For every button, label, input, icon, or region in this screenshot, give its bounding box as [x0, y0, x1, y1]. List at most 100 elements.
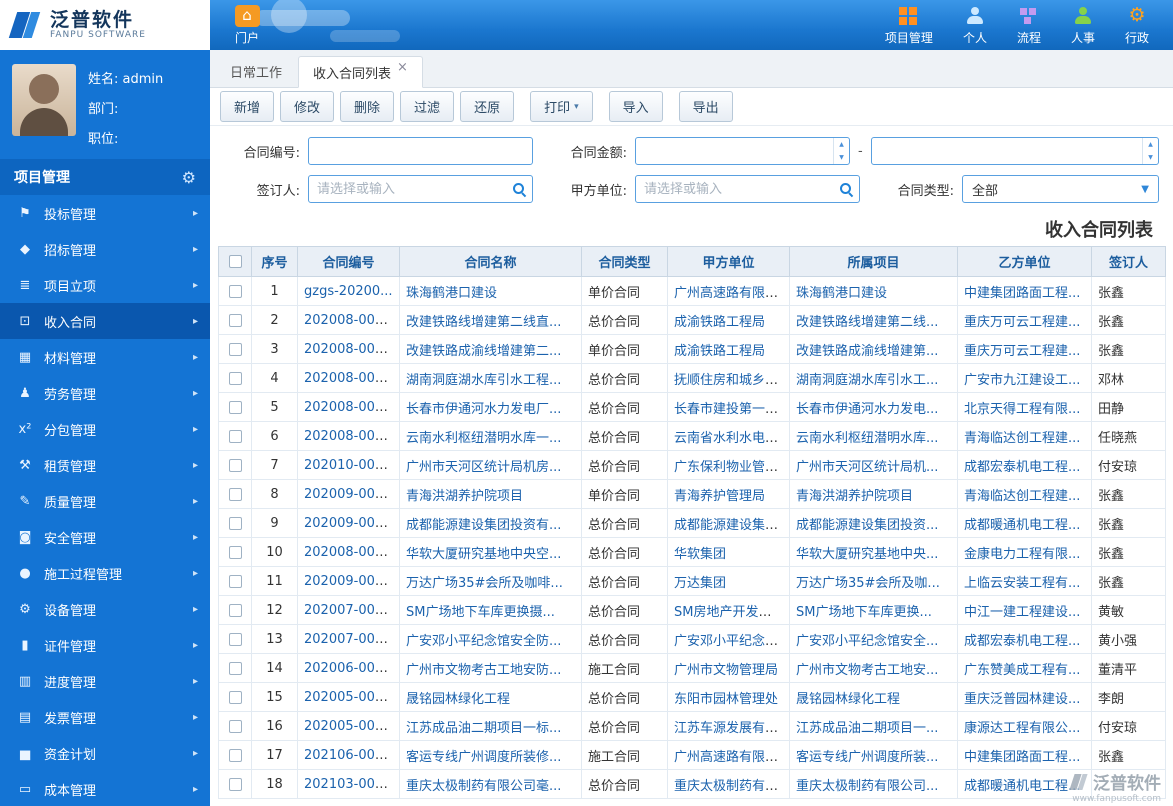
- cell-project-link[interactable]: 长春市伊通河水力发电...: [796, 402, 938, 417]
- cell-contract-name-link[interactable]: 华软大厦研究基地中央空...: [406, 547, 561, 562]
- party-a-input[interactable]: [635, 175, 860, 203]
- cell-party-a-link[interactable]: 江苏车源发展有限...: [674, 721, 789, 736]
- row-checkbox[interactable]: [228, 545, 242, 559]
- restore-button[interactable]: 还原: [460, 91, 515, 122]
- amount-min-stepper[interactable]: ▲ ▼: [833, 138, 849, 164]
- cell-party-b-link[interactable]: 北京天得工程有限...: [964, 402, 1080, 417]
- row-checkbox[interactable]: [228, 777, 242, 791]
- cell-project-link[interactable]: 改建铁路线增建第二线...: [796, 315, 938, 330]
- row-checkbox[interactable]: [228, 284, 242, 298]
- amount-max-input[interactable]: [870, 137, 1159, 165]
- cell-party-b-link[interactable]: 金康电力工程有限...: [964, 547, 1080, 562]
- cell-party-b-link[interactable]: 广安市九江建设工...: [964, 373, 1080, 388]
- cell-party-b-link[interactable]: 成都暖通机电工程...: [964, 779, 1080, 794]
- cell-party-a-link[interactable]: 长春市建投第一水...: [674, 402, 789, 417]
- contract-type-select[interactable]: 全部 ▼: [962, 175, 1159, 203]
- cell-party-a-link[interactable]: 广州市文物管理局: [674, 663, 778, 678]
- sidebar-item-labor[interactable]: ♟ 劳务管理 ▸: [0, 375, 210, 411]
- cell-party-b-link[interactable]: 成都暖通机电工程...: [964, 518, 1080, 533]
- cell-party-a-link[interactable]: 广东保利物业管理...: [674, 460, 789, 475]
- cell-project-link[interactable]: 华软大厦研究基地中央...: [796, 547, 938, 562]
- cell-project-link[interactable]: 重庆太极制药有限公司...: [796, 779, 938, 794]
- row-checkbox[interactable]: [228, 400, 242, 414]
- delete-button[interactable]: 删除: [340, 91, 395, 122]
- cell-party-a-link[interactable]: 广安邓小平纪念文...: [674, 634, 789, 649]
- add-button[interactable]: 新增: [220, 91, 275, 122]
- cell-project-link[interactable]: 湖南洞庭湖水库引水工...: [796, 373, 938, 388]
- sidebar-item-initiation[interactable]: ≣ 项目立项 ▸: [0, 267, 210, 303]
- stepper-down-icon[interactable]: ▼: [1143, 151, 1158, 164]
- top-nav-project[interactable]: 项目管理: [885, 5, 933, 46]
- cell-contract-code-link[interactable]: 202009-00004: [304, 574, 399, 589]
- row-checkbox[interactable]: [228, 313, 242, 327]
- cell-party-a-link[interactable]: 广州高速路有限公司: [674, 286, 789, 301]
- cell-contract-name-link[interactable]: 江苏成品油二期项目一标...: [406, 721, 561, 736]
- row-checkbox[interactable]: [228, 516, 242, 530]
- cell-contract-code-link[interactable]: 202103-00002: [304, 777, 399, 792]
- close-icon[interactable]: ×: [397, 60, 408, 75]
- sidebar-item-fund-plan[interactable]: ▅ 资金计划 ▸: [0, 735, 210, 771]
- cell-party-b-link[interactable]: 重庆万可云工程建...: [964, 344, 1080, 359]
- cell-party-a-link[interactable]: 成都能源建设集团...: [674, 518, 789, 533]
- sidebar-item-safety[interactable]: ◙ 安全管理 ▸: [0, 519, 210, 555]
- stepper-up-icon[interactable]: ▲: [834, 138, 849, 151]
- row-checkbox[interactable]: [228, 371, 242, 385]
- cell-project-link[interactable]: SM广场地下车库更换...: [796, 605, 932, 620]
- filter-button[interactable]: 过滤: [400, 91, 455, 122]
- cell-contract-code-link[interactable]: 202005-00004: [304, 690, 399, 705]
- print-button[interactable]: 打印 ▾: [530, 91, 593, 122]
- amount-min-input[interactable]: [635, 137, 850, 165]
- cell-party-b-link[interactable]: 青海临达创工程建...: [964, 489, 1080, 504]
- cell-party-a-link[interactable]: 成渝铁路工程局: [674, 344, 765, 359]
- sidebar-item-material[interactable]: ▦ 材料管理 ▸: [0, 339, 210, 375]
- row-checkbox[interactable]: [228, 342, 242, 356]
- cell-project-link[interactable]: 成都能源建设集团投资...: [796, 518, 938, 533]
- tab-daily-work[interactable]: 日常工作: [216, 55, 296, 87]
- stepper-down-icon[interactable]: ▼: [834, 151, 849, 164]
- signer-input[interactable]: [308, 175, 533, 203]
- cell-contract-code-link[interactable]: 202009-00005: [304, 516, 399, 531]
- cell-contract-name-link[interactable]: 万达广场35#会所及咖啡...: [406, 576, 563, 591]
- stepper-up-icon[interactable]: ▲: [1143, 138, 1158, 151]
- sidebar-item-income-contract[interactable]: ⊡ 收入合同 ▸: [0, 303, 210, 339]
- cell-contract-code-link[interactable]: 202007-00003: [304, 603, 399, 618]
- sidebar-item-tender[interactable]: ◆ 招标管理 ▸: [0, 231, 210, 267]
- cell-contract-code-link[interactable]: 202007-00002: [304, 632, 399, 647]
- cell-contract-code-link[interactable]: 202008-00006: [304, 429, 399, 444]
- cell-contract-name-link[interactable]: 长春市伊通河水力发电厂...: [406, 402, 561, 417]
- row-checkbox[interactable]: [228, 603, 242, 617]
- row-checkbox[interactable]: [228, 719, 242, 733]
- cell-party-a-link[interactable]: 青海养护管理局: [674, 489, 765, 504]
- cell-project-link[interactable]: 云南水利枢纽潜明水库...: [796, 431, 938, 446]
- sidebar-item-invoice[interactable]: ▤ 发票管理 ▸: [0, 699, 210, 735]
- cell-party-a-link[interactable]: 广州高速路有限公司: [674, 750, 789, 765]
- cell-contract-name-link[interactable]: 成都能源建设集团投资有...: [406, 518, 561, 533]
- top-nav-hr[interactable]: 人事: [1071, 5, 1095, 46]
- row-checkbox[interactable]: [228, 458, 242, 472]
- cell-party-b-link[interactable]: 成都宏泰机电工程...: [964, 460, 1080, 475]
- cell-project-link[interactable]: 江苏成品油二期项目一...: [796, 721, 938, 736]
- cell-project-link[interactable]: 改建铁路成渝线增建第...: [796, 344, 938, 359]
- cell-party-b-link[interactable]: 中建集团路面工程...: [964, 750, 1080, 765]
- tab-income-contract-list[interactable]: 收入合同列表 ×: [298, 56, 423, 88]
- cell-contract-name-link[interactable]: 珠海鹤港口建设: [406, 286, 497, 301]
- sidebar-item-subcontract[interactable]: x² 分包管理 ▸: [0, 411, 210, 447]
- import-button[interactable]: 导入: [608, 91, 663, 122]
- select-all-checkbox[interactable]: [228, 255, 242, 268]
- cell-contract-code-link[interactable]: 202006-00005: [304, 661, 399, 676]
- cell-contract-code-link[interactable]: 202008-00010: [304, 313, 399, 328]
- sidebar-item-equipment[interactable]: ⚙ 设备管理 ▸: [0, 591, 210, 627]
- cell-party-a-link[interactable]: 成渝铁路工程局: [674, 315, 765, 330]
- cell-party-a-link[interactable]: 云南省水利水电工...: [674, 431, 789, 446]
- cell-party-b-link[interactable]: 康源达工程有限公...: [964, 721, 1080, 736]
- gear-icon[interactable]: ⚙: [182, 168, 196, 187]
- row-checkbox[interactable]: [228, 661, 242, 675]
- cell-party-b-link[interactable]: 上临云安装工程有...: [964, 576, 1080, 591]
- cell-contract-code-link[interactable]: 202008-00008: [304, 371, 399, 386]
- cell-party-a-link[interactable]: 万达集团: [674, 576, 726, 591]
- cell-contract-code-link[interactable]: 202008-00009: [304, 342, 399, 357]
- cell-project-link[interactable]: 万达广场35#会所及咖...: [796, 576, 940, 591]
- row-checkbox[interactable]: [228, 429, 242, 443]
- row-checkbox[interactable]: [228, 632, 242, 646]
- search-icon[interactable]: [512, 182, 526, 196]
